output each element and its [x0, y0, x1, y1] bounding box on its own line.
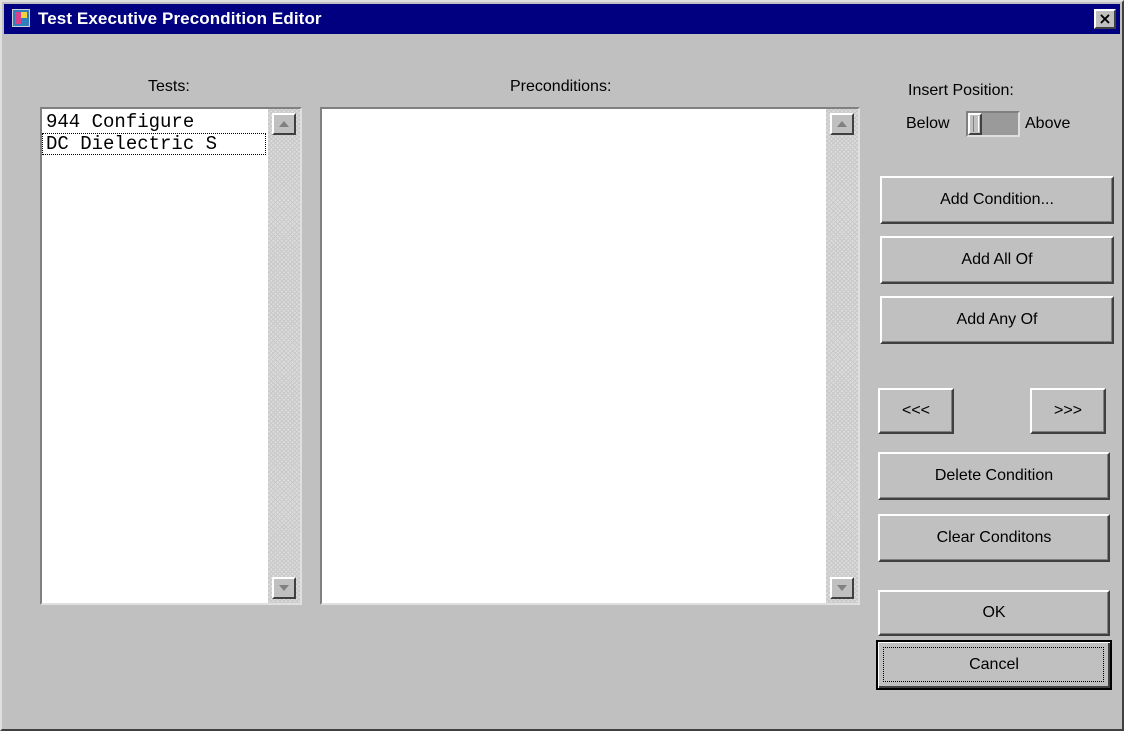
- clear-conditions-button[interactable]: Clear Conditons: [878, 514, 1110, 562]
- move-right-button[interactable]: >>>: [1030, 388, 1106, 434]
- add-all-of-button[interactable]: Add All Of: [880, 236, 1114, 284]
- close-button[interactable]: ×: [1094, 9, 1116, 29]
- cancel-button[interactable]: Cancel: [876, 640, 1112, 690]
- insert-position-label: Insert Position:: [908, 82, 1014, 99]
- scroll-down-arrow-icon[interactable]: [830, 577, 854, 599]
- ok-button[interactable]: OK: [878, 590, 1110, 636]
- toggle-thumb[interactable]: [968, 113, 982, 135]
- list-item[interactable]: 944 Configure: [42, 111, 266, 133]
- preconditions-list[interactable]: [322, 109, 824, 603]
- app-icon[interactable]: [12, 9, 30, 27]
- scroll-up-arrow-icon[interactable]: [272, 113, 296, 135]
- tests-scrollbar[interactable]: [268, 109, 300, 603]
- insert-position-toggle[interactable]: [966, 111, 1020, 137]
- move-left-button[interactable]: <<<: [878, 388, 954, 434]
- add-any-of-button[interactable]: Add Any Of: [880, 296, 1114, 344]
- delete-condition-button[interactable]: Delete Condition: [878, 452, 1110, 500]
- scroll-down-arrow-icon[interactable]: [272, 577, 296, 599]
- above-label: Above: [1025, 115, 1071, 132]
- window-title: Test Executive Precondition Editor: [38, 9, 322, 28]
- below-label: Below: [906, 115, 950, 132]
- preconditions-scrollbar[interactable]: [826, 109, 858, 603]
- precondition-editor-window: Test Executive Precondition Editor × Tes…: [0, 0, 1124, 731]
- preconditions-label: Preconditions:: [510, 78, 612, 95]
- focus-ring: [883, 647, 1104, 682]
- tests-label: Tests:: [148, 78, 190, 95]
- scroll-up-arrow-icon[interactable]: [830, 113, 854, 135]
- title-bar[interactable]: Test Executive Precondition Editor ×: [4, 4, 1120, 34]
- tests-listbox[interactable]: 944 Configure DC Dielectric S: [40, 107, 302, 605]
- list-item[interactable]: DC Dielectric S: [42, 133, 266, 155]
- tests-list[interactable]: 944 Configure DC Dielectric S: [42, 109, 266, 603]
- preconditions-listbox[interactable]: [320, 107, 860, 605]
- add-condition-button[interactable]: Add Condition...: [880, 176, 1114, 224]
